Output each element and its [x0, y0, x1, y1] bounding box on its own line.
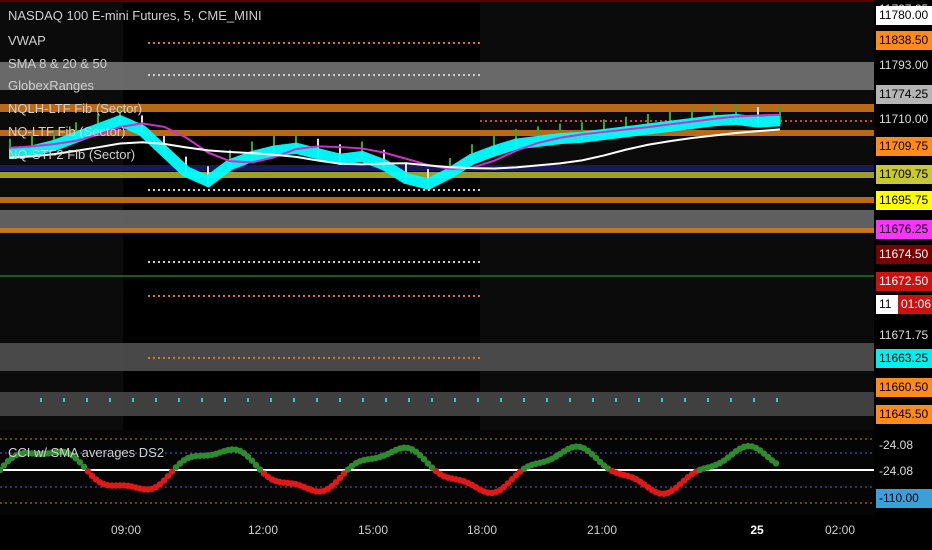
signal-tick — [707, 398, 709, 402]
signal-tick — [523, 398, 525, 402]
price-label: 11645.50 — [876, 405, 932, 424]
chart-title: NASDAQ 100 E-mini Futures, 5, CME_MINI — [8, 8, 262, 23]
fib-band — [0, 343, 874, 371]
legend-nqlh-ltf-fib[interactable]: NQLH-LTF Fib (Sector) — [8, 101, 142, 116]
signal-tick — [546, 398, 548, 402]
price-label: 11710.00 — [879, 112, 929, 126]
signal-tick — [776, 398, 778, 402]
signal-tick — [730, 398, 732, 402]
signal-tick — [569, 398, 571, 402]
signal-tick — [638, 398, 640, 402]
fib-band — [0, 62, 874, 90]
signal-tick — [316, 398, 318, 402]
signal-tick — [270, 398, 272, 402]
signal-tick — [615, 398, 617, 402]
price-label: 11660.50 — [876, 378, 932, 397]
signal-tick — [339, 398, 341, 402]
time-tick: 12:00 — [247, 523, 279, 537]
signal-tick — [247, 398, 249, 402]
signal-tick — [454, 398, 456, 402]
signal-tick — [155, 398, 157, 402]
signal-tick — [132, 398, 134, 402]
signal-tick — [684, 398, 686, 402]
cci-point — [772, 460, 780, 467]
signal-tick — [86, 398, 88, 402]
price-chart[interactable] — [0, 0, 874, 515]
signal-tick — [592, 398, 594, 402]
price-label: 11774.25 — [876, 85, 932, 104]
legend-vwap[interactable]: VWAP — [8, 33, 46, 48]
price-label: 11780.00 — [876, 6, 932, 25]
time-axis[interactable]: 09:00 12:00 15:00 18:00 21:00 25 02:00 — [0, 515, 932, 550]
time-tick: 15:00 — [357, 523, 389, 537]
signal-tick — [500, 398, 502, 402]
signal-tick — [362, 398, 364, 402]
time-tick-day: 25 — [750, 523, 764, 537]
price-label: 11672.50 — [876, 272, 932, 291]
cci-value-label: -110.00 — [876, 489, 932, 508]
signal-tick — [201, 398, 203, 402]
fib-band — [0, 392, 874, 416]
signal-tick — [63, 398, 65, 402]
price-label: 11793.00 — [879, 58, 929, 72]
signal-tick — [431, 398, 433, 402]
price-label: 11695.75 — [876, 191, 932, 210]
price-label: 01:06 — [898, 295, 932, 314]
price-label: 11709.75 — [876, 165, 932, 184]
time-tick: 02:00 — [824, 523, 856, 537]
top-border — [0, 0, 874, 2]
time-tick: 09:00 — [110, 523, 142, 537]
signal-tick — [385, 398, 387, 402]
fib-band — [0, 228, 874, 233]
legend-nq-stf2-fib[interactable]: NQ-STF2 Fib (Sector) — [8, 147, 135, 162]
time-tick: 18:00 — [466, 523, 498, 537]
cci-panel-title[interactable]: CCI w/ SMA averages DS2 — [8, 445, 164, 460]
price-label: 11709.75 — [876, 137, 932, 156]
price-label: 11676.25 — [876, 220, 932, 239]
price-label: 11663.25 — [876, 349, 932, 368]
signal-tick — [661, 398, 663, 402]
signal-tick — [477, 398, 479, 402]
signal-tick — [753, 398, 755, 402]
price-label: 11838.50 — [876, 31, 932, 50]
fib-band — [0, 275, 874, 277]
legend-sma[interactable]: SMA 8 & 20 & 50 — [8, 56, 107, 71]
signal-tick — [109, 398, 111, 402]
cci-value-label: -24.08 — [876, 462, 932, 481]
price-label: 11671.75 — [879, 328, 929, 342]
price-label: 11674.50 — [876, 245, 932, 264]
cci-value-label: -24.08 — [876, 436, 932, 455]
signal-tick — [224, 398, 226, 402]
legend-nq-ltf-fib[interactable]: NQ-LTF Fib (Sector) — [8, 124, 126, 139]
signal-tick — [408, 398, 410, 402]
legend-globex-ranges[interactable]: GlobexRanges — [8, 78, 94, 93]
fib-band — [0, 197, 874, 203]
signal-tick — [293, 398, 295, 402]
time-tick: 21:00 — [586, 523, 618, 537]
signal-tick — [40, 398, 42, 402]
signal-tick — [178, 398, 180, 402]
